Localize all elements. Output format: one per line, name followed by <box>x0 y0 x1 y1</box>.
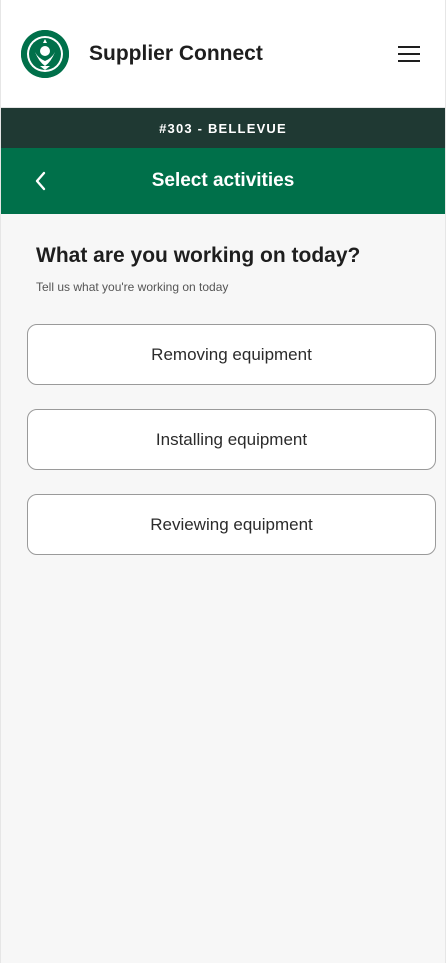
main-content: What are you working on today? Tell us w… <box>1 214 445 555</box>
page-title: Select activities <box>151 170 295 191</box>
app-header: Supplier Connect <box>1 0 445 108</box>
store-bar: #303 - BELLEVUE <box>1 108 445 148</box>
nav-bar: Select activities <box>1 148 445 214</box>
installing-equipment-button[interactable]: Installing equipment <box>27 409 436 470</box>
app-title: Supplier Connect <box>89 41 263 65</box>
hamburger-menu-icon[interactable] <box>395 40 423 68</box>
store-label: #303 - BELLEVUE <box>159 120 287 136</box>
reviewing-equipment-button[interactable]: Reviewing equipment <box>27 494 436 555</box>
option-label: Installing equipment <box>155 429 308 449</box>
question-subheading: Tell us what you're working on today <box>36 280 229 294</box>
option-label: Removing equipment <box>151 344 312 364</box>
question-heading: What are you working on today? <box>36 244 361 267</box>
page: Supplier Connect #303 - BELLEVUE Select … <box>0 0 446 963</box>
chevron-left-icon[interactable] <box>25 148 55 214</box>
option-label: Reviewing equipment <box>150 514 313 534</box>
activity-options: Removing equipment Installing equipment … <box>27 324 436 555</box>
removing-equipment-button[interactable]: Removing equipment <box>27 324 436 385</box>
siren-logo-icon[interactable] <box>21 29 69 78</box>
